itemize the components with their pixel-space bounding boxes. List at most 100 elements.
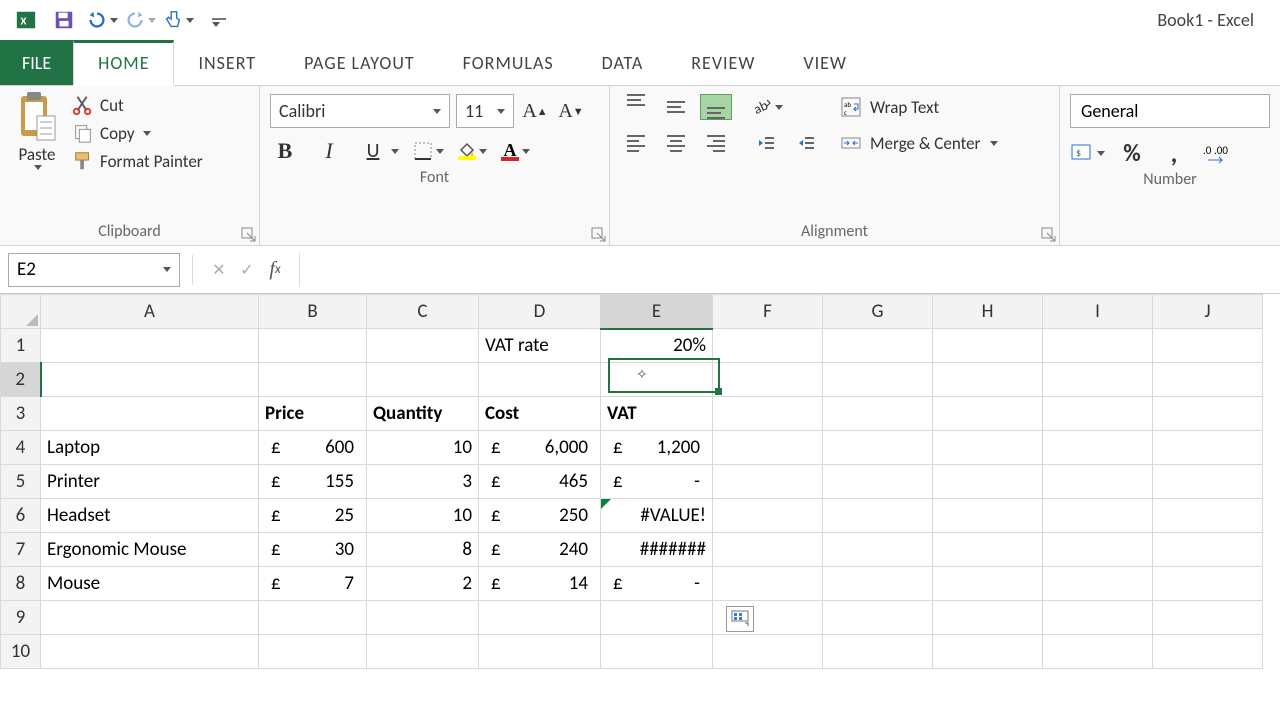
align-right-button[interactable]: [700, 130, 732, 156]
col-header-A[interactable]: A: [41, 295, 259, 329]
cell-empty[interactable]: [713, 431, 823, 465]
cell-empty[interactable]: [1043, 431, 1153, 465]
cell-empty[interactable]: [933, 431, 1043, 465]
cell-E1[interactable]: 20%: [601, 329, 713, 363]
cell-empty[interactable]: [1153, 567, 1263, 601]
align-center-button[interactable]: [660, 130, 692, 156]
cell-D5[interactable]: £465: [479, 465, 601, 499]
col-header-J[interactable]: J: [1153, 295, 1263, 329]
worksheet-grid[interactable]: A B C D E F G H I J 1VAT rate20%23PriceQ…: [0, 294, 1280, 694]
cell-empty[interactable]: [823, 567, 933, 601]
formula-input[interactable]: [299, 253, 1280, 287]
undo-button[interactable]: [86, 4, 118, 36]
row-header-2[interactable]: 2: [1, 363, 41, 397]
italic-button[interactable]: I: [314, 136, 344, 166]
cell-A4[interactable]: Laptop: [41, 431, 259, 465]
cell-empty[interactable]: [713, 533, 823, 567]
cell-C4[interactable]: 10: [367, 431, 479, 465]
row-header-6[interactable]: 6: [1, 499, 41, 533]
tab-page-layout[interactable]: PAGE LAYOUT: [280, 40, 439, 85]
row-header-1[interactable]: 1: [1, 329, 41, 363]
cell-B5[interactable]: £155: [259, 465, 367, 499]
percent-button[interactable]: %: [1117, 138, 1147, 168]
merge-center-button[interactable]: Merge & Center: [840, 132, 998, 154]
select-all-corner[interactable]: [1, 295, 41, 329]
tab-home[interactable]: HOME: [73, 40, 174, 86]
cell-E10[interactable]: [601, 635, 713, 669]
cell-B10[interactable]: [259, 635, 367, 669]
tab-view[interactable]: VIEW: [779, 40, 871, 85]
align-top-button[interactable]: [620, 94, 652, 120]
cell-C10[interactable]: [367, 635, 479, 669]
cell-empty[interactable]: [713, 499, 823, 533]
cell-C5[interactable]: 3: [367, 465, 479, 499]
cell-empty[interactable]: [1043, 601, 1153, 635]
cell-empty[interactable]: [823, 397, 933, 431]
cell-empty[interactable]: [933, 533, 1043, 567]
cell-empty[interactable]: [933, 465, 1043, 499]
underline-button[interactable]: U: [358, 136, 399, 166]
number-format-combo[interactable]: General: [1070, 94, 1270, 128]
row-header-10[interactable]: 10: [1, 635, 41, 669]
cell-empty[interactable]: [823, 533, 933, 567]
cell-empty[interactable]: [1153, 465, 1263, 499]
cell-empty[interactable]: [1043, 363, 1153, 397]
cell-D8[interactable]: £14: [479, 567, 601, 601]
comma-button[interactable]: ,: [1159, 138, 1189, 168]
orientation-button[interactable]: ab: [750, 96, 783, 118]
cell-A9[interactable]: [41, 601, 259, 635]
tab-insert[interactable]: INSERT: [174, 40, 280, 85]
col-header-D[interactable]: D: [479, 295, 601, 329]
cell-empty[interactable]: [1043, 635, 1153, 669]
cut-button[interactable]: Cut: [72, 94, 203, 116]
enter-formula-button[interactable]: ✓: [233, 256, 261, 284]
row-header-4[interactable]: 4: [1, 431, 41, 465]
clipboard-launcher-icon[interactable]: [241, 227, 257, 243]
autofill-options-button[interactable]: [726, 606, 754, 632]
cell-C1[interactable]: [367, 329, 479, 363]
cell-empty[interactable]: [823, 329, 933, 363]
cell-empty[interactable]: [823, 363, 933, 397]
cell-D6[interactable]: £250: [479, 499, 601, 533]
cell-empty[interactable]: [1153, 635, 1263, 669]
cell-B3[interactable]: Price: [259, 397, 367, 431]
cell-C3[interactable]: Quantity: [367, 397, 479, 431]
cell-C7[interactable]: 8: [367, 533, 479, 567]
row-header-3[interactable]: 3: [1, 397, 41, 431]
touch-mode-button[interactable]: [162, 4, 194, 36]
paste-button[interactable]: Paste: [10, 90, 64, 170]
col-header-G[interactable]: G: [823, 295, 933, 329]
align-middle-button[interactable]: [660, 94, 692, 120]
col-header-I[interactable]: I: [1043, 295, 1153, 329]
increase-indent-button[interactable]: [790, 130, 822, 156]
cancel-formula-button[interactable]: ✕: [205, 256, 233, 284]
cell-A7[interactable]: Ergonomic Mouse: [41, 533, 259, 567]
cell-empty[interactable]: [933, 397, 1043, 431]
col-header-E[interactable]: E: [601, 295, 713, 329]
cell-A1[interactable]: [41, 329, 259, 363]
cell-empty[interactable]: [1043, 465, 1153, 499]
cell-empty[interactable]: [823, 499, 933, 533]
increase-decimal-button[interactable]: .0.00: [1201, 138, 1231, 168]
cell-D9[interactable]: [479, 601, 601, 635]
cell-empty[interactable]: [823, 431, 933, 465]
name-box[interactable]: E2: [8, 253, 180, 287]
cell-empty[interactable]: [1043, 533, 1153, 567]
cell-empty[interactable]: [823, 635, 933, 669]
cell-empty[interactable]: [713, 567, 823, 601]
cell-E3[interactable]: VAT: [601, 397, 713, 431]
cell-empty[interactable]: [1153, 431, 1263, 465]
decrease-font-button[interactable]: A▼: [556, 96, 586, 126]
cell-B6[interactable]: £25: [259, 499, 367, 533]
cell-A5[interactable]: Printer: [41, 465, 259, 499]
cell-B4[interactable]: £600: [259, 431, 367, 465]
tab-formulas[interactable]: FORMULAS: [439, 40, 578, 85]
cell-empty[interactable]: [933, 499, 1043, 533]
wrap-text-button[interactable]: abc Wrap Text: [840, 96, 998, 118]
cell-D10[interactable]: [479, 635, 601, 669]
cell-A3[interactable]: [41, 397, 259, 431]
cell-B9[interactable]: [259, 601, 367, 635]
save-button[interactable]: [48, 4, 80, 36]
cell-A6[interactable]: Headset: [41, 499, 259, 533]
cell-empty[interactable]: [1153, 397, 1263, 431]
